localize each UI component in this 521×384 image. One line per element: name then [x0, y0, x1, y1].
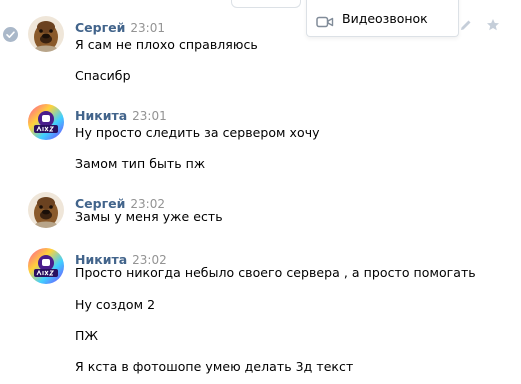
timestamp[interactable]: 23:01	[130, 21, 165, 35]
message-text: ПЖ	[75, 328, 98, 343]
avatar[interactable]	[28, 192, 64, 228]
popup-edge	[231, 0, 301, 8]
avatar[interactable]	[28, 16, 64, 52]
message-group: Никита 23:01 Ну просто следить за серверо…	[0, 104, 521, 174]
timestamp[interactable]: 23:01	[132, 109, 167, 123]
sender-line: Сергей 23:01	[75, 17, 165, 36]
avatar[interactable]	[28, 104, 64, 140]
message-text: Я кста в фотошопе умею делать 3д текст	[75, 359, 354, 374]
message-text: Ну просто следить за сервером хочу	[75, 125, 320, 140]
avatar[interactable]	[28, 248, 64, 284]
message-group: Сергей 23:02 Замы у меня уже есть	[0, 192, 521, 232]
message-text: Спасибр	[75, 68, 131, 83]
message-text: Замом тип быть пж	[75, 156, 206, 171]
message-text: Я сам не плохо справляюсь	[75, 37, 258, 52]
message-group: Сергей 23:01 Я сам не плохо справляюсь Сп…	[0, 16, 521, 86]
alf-avatar-image	[28, 192, 64, 228]
alf-avatar-image	[28, 16, 64, 52]
sender-line: Никита 23:01	[75, 105, 167, 124]
hazzy-logo-avatar-image	[28, 248, 64, 284]
sender-name[interactable]: Сергей	[75, 20, 125, 35]
message-text: Замы у меня уже есть	[75, 209, 223, 224]
hazzy-logo-avatar-image	[28, 104, 64, 140]
sender-name[interactable]: Никита	[75, 108, 127, 123]
message-text: Ну создом 2	[75, 297, 156, 312]
message-text: Просто никогда небыло своего сервера , а…	[75, 265, 476, 280]
message-group: Никита 23:02 Просто никогда небыло своего…	[0, 248, 521, 384]
